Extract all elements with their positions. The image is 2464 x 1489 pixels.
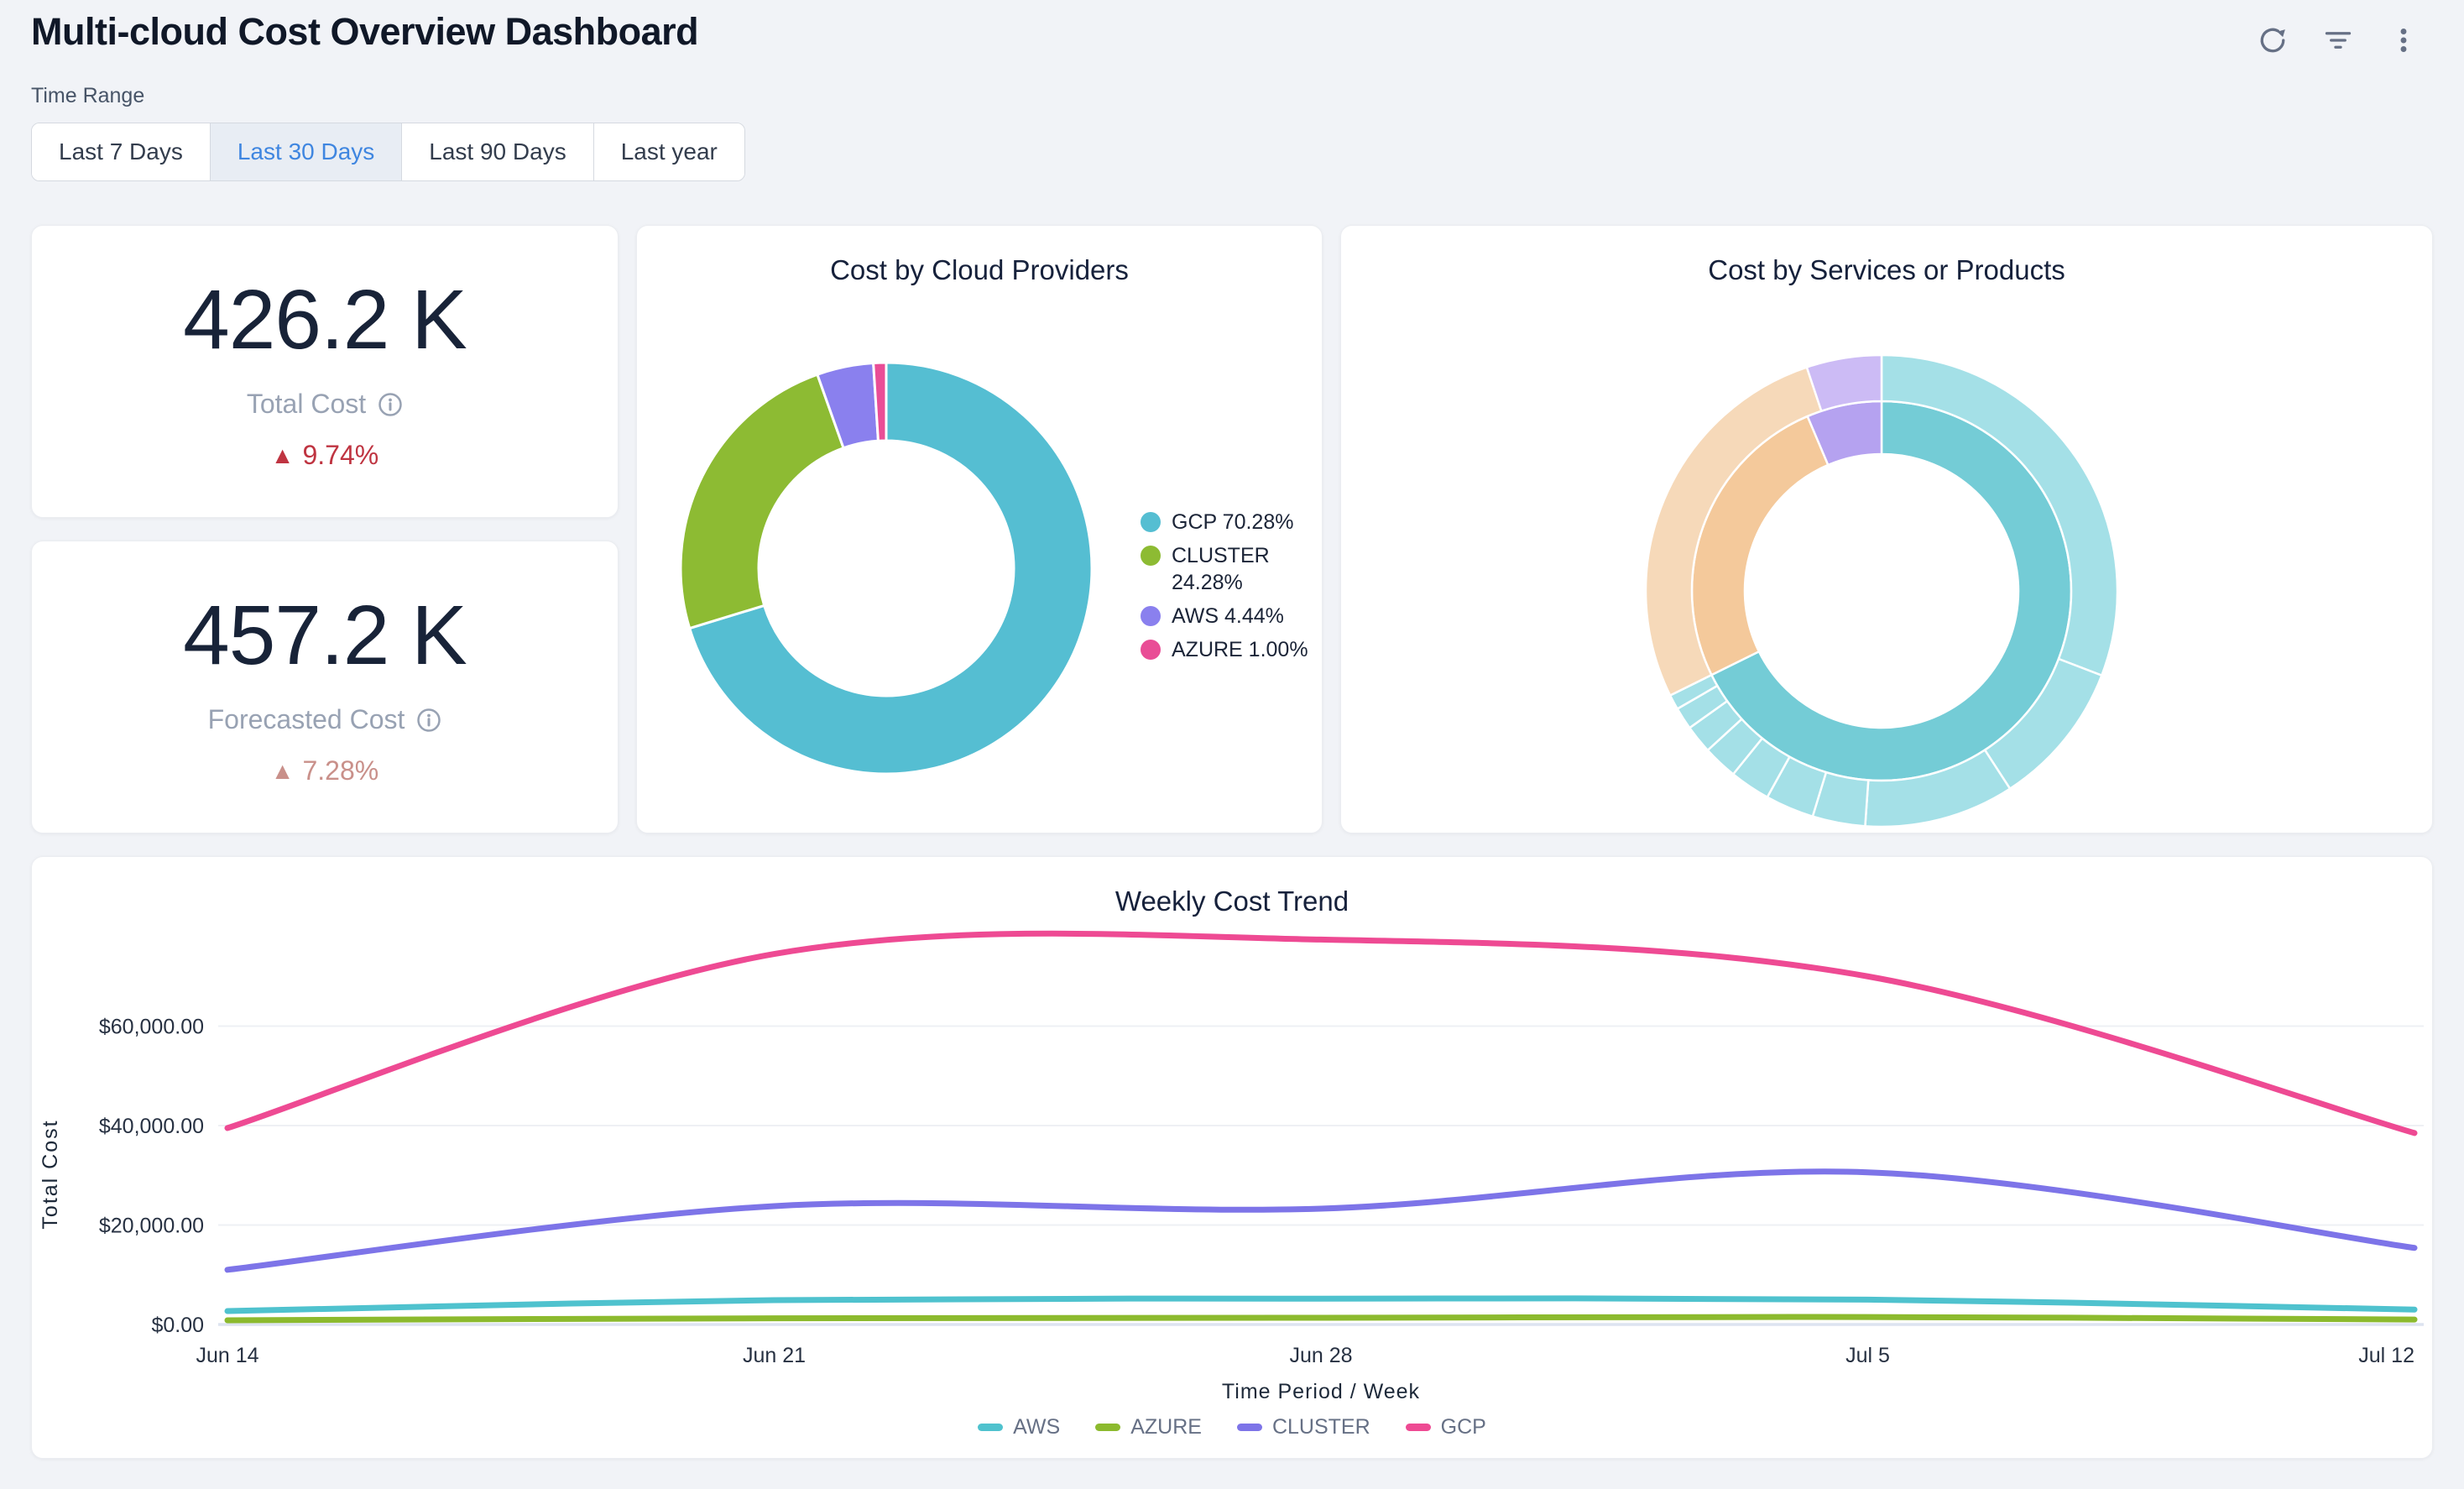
- weekly-cost-trend-chart: $0.00 $20,000.00 $40,000.00 $60,000.00 Jun 1…: [32, 916, 2434, 1407]
- trend-chart-title: Weekly Cost Trend: [32, 886, 2432, 917]
- delta-value: 7.28%: [302, 755, 378, 786]
- trend-line-cluster[interactable]: [227, 1172, 2414, 1270]
- x-tick-label: Jun 28: [1289, 1344, 1352, 1367]
- time-range-option-last-year[interactable]: Last year: [594, 123, 744, 180]
- y-axis-title: Total Cost: [39, 1119, 62, 1229]
- filter-icon: [2323, 25, 2353, 55]
- legend-label: AZURE 1.00%: [1172, 637, 1308, 663]
- time-range-option-last-7-days[interactable]: Last 7 Days: [32, 123, 211, 180]
- gridlines: [218, 1027, 2424, 1325]
- y-tick-label: $0.00: [151, 1314, 204, 1337]
- forecasted-cost-kpi-card: 457.2 K Forecasted Cost ▲ 7.28%: [31, 541, 619, 833]
- legend-dash-icon: [978, 1424, 1003, 1431]
- time-range-option-last-30-days[interactable]: Last 30 Days: [211, 123, 402, 180]
- legend-label: AWS: [1013, 1415, 1060, 1439]
- dashboard-page: Multi-cloud Cost Overview Dashboard Time…: [0, 0, 2464, 1489]
- legend-dot-icon: [1141, 640, 1161, 660]
- delta-up-arrow: ▲: [271, 442, 295, 469]
- legend-dash-icon: [1095, 1424, 1120, 1431]
- total-cost-label: Total Cost: [247, 389, 403, 420]
- trend-line-aws[interactable]: [227, 1298, 2414, 1311]
- more-options-button[interactable]: [2387, 24, 2420, 57]
- page-title: Multi-cloud Cost Overview Dashboard: [31, 10, 698, 54]
- legend-label: GCP 70.28%: [1172, 509, 1293, 536]
- x-tick-label: Jun 14: [196, 1344, 258, 1367]
- providers-legend-item-azure[interactable]: AZURE 1.00%: [1141, 637, 1315, 663]
- providers-legend: GCP 70.28% CLUSTER 24.28% AWS 4.44% AZURE 1…: [1141, 509, 1315, 671]
- time-range-option-last-90-days[interactable]: Last 90 Days: [402, 123, 593, 180]
- legend-label: CLUSTER: [1272, 1415, 1370, 1439]
- time-range-label: Time Range: [31, 84, 144, 108]
- x-tick-label: Jul 5: [1845, 1344, 1890, 1367]
- legend-dot-icon: [1141, 512, 1161, 532]
- legend-dot-icon: [1141, 606, 1161, 626]
- providers-legend-item-aws[interactable]: AWS 4.44%: [1141, 603, 1315, 630]
- forecasted-cost-label: Forecasted Cost: [208, 704, 442, 735]
- x-tick-label: Jul 12: [2358, 1344, 2414, 1367]
- legend-label: CLUSTER 24.28%: [1172, 543, 1315, 596]
- legend-label: AZURE: [1130, 1415, 1202, 1439]
- refresh-button[interactable]: [2256, 24, 2289, 57]
- trend-line-azure[interactable]: [227, 1317, 2414, 1320]
- kebab-menu-icon: [2388, 25, 2419, 55]
- legend-label: AWS 4.44%: [1172, 603, 1284, 630]
- providers-legend-item-gcp[interactable]: GCP 70.28%: [1141, 509, 1315, 536]
- refresh-icon: [2258, 25, 2288, 55]
- trend-line-gcp[interactable]: [227, 933, 2414, 1133]
- total-cost-label-text: Total Cost: [247, 389, 366, 420]
- cost-by-services-card: Cost by Services or Products: [1340, 225, 2433, 833]
- legend-label: GCP: [1441, 1415, 1486, 1439]
- y-tick-label: $20,000.00: [99, 1215, 204, 1238]
- delta-up-arrow: ▲: [271, 758, 295, 785]
- cost-by-cloud-providers-card: Cost by Cloud Providers GCP 70.28%CLUSTE…: [636, 225, 1323, 833]
- top-cards-row: 426.2 K Total Cost ▲ 9.74% 457.2 K Forec…: [31, 225, 2433, 833]
- trend-legend-item-azure[interactable]: AZURE: [1095, 1415, 1202, 1439]
- x-tick-label: Jun 21: [743, 1344, 806, 1367]
- trend-legend-item-aws[interactable]: AWS: [978, 1415, 1060, 1439]
- filter-button[interactable]: [2321, 24, 2355, 57]
- total-cost-delta: ▲ 9.74%: [271, 440, 378, 471]
- info-icon[interactable]: [378, 392, 403, 417]
- trend-legend: AWS AZURE CLUSTER GCP: [32, 1415, 2432, 1439]
- providers-slice-cluster[interactable]: [681, 374, 843, 628]
- trend-legend-item-gcp[interactable]: GCP: [1406, 1415, 1486, 1439]
- services-sunburst-chart: [1341, 226, 2434, 834]
- y-tick-label: $60,000.00: [99, 1016, 204, 1039]
- weekly-cost-trend-card: Weekly Cost Trend $0.00 $20,000.00 $40,000…: [31, 856, 2433, 1459]
- x-axis-title: Time Period / Week: [1222, 1380, 1420, 1403]
- legend-dash-icon: [1237, 1424, 1262, 1431]
- delta-value: 9.74%: [302, 440, 378, 471]
- providers-legend-item-cluster[interactable]: CLUSTER 24.28%: [1141, 543, 1315, 596]
- header-actions: [2256, 24, 2420, 57]
- info-icon[interactable]: [416, 708, 441, 733]
- forecasted-cost-delta: ▲ 7.28%: [271, 755, 378, 786]
- kpi-column: 426.2 K Total Cost ▲ 9.74% 457.2 K Forec…: [31, 225, 619, 833]
- y-tick-label: $40,000.00: [99, 1115, 204, 1138]
- forecasted-cost-value: 457.2 K: [183, 588, 467, 684]
- legend-dash-icon: [1406, 1424, 1431, 1431]
- total-cost-kpi-card: 426.2 K Total Cost ▲ 9.74%: [31, 225, 619, 518]
- trend-legend-item-cluster[interactable]: CLUSTER: [1237, 1415, 1370, 1439]
- forecasted-cost-label-text: Forecasted Cost: [208, 704, 405, 735]
- time-range-button-group: Last 7 DaysLast 30 DaysLast 90 DaysLast …: [31, 123, 745, 181]
- total-cost-value: 426.2 K: [183, 272, 467, 368]
- legend-dot-icon: [1141, 546, 1161, 566]
